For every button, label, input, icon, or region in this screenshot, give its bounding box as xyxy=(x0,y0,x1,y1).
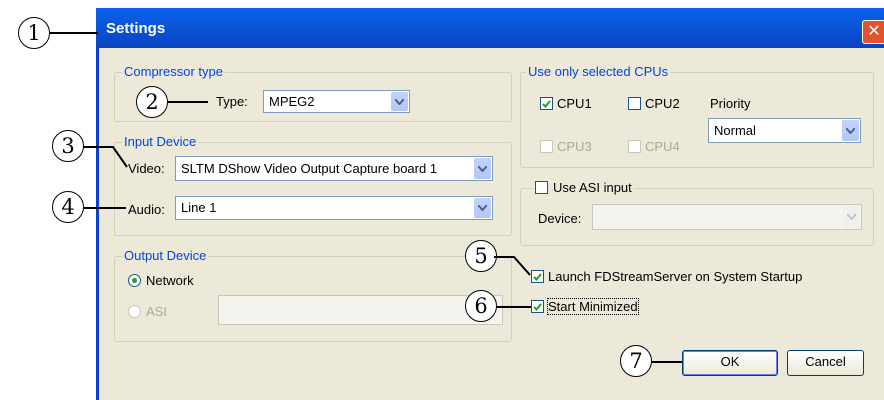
priority-label: Priority xyxy=(710,96,751,111)
close-icon: ✕ xyxy=(867,23,881,40)
compressor-type-group-title: Compressor type xyxy=(122,64,225,79)
chevron-down-icon[interactable] xyxy=(843,206,860,228)
callout-1: 1 xyxy=(18,17,50,49)
audio-label: Audio: xyxy=(128,202,165,217)
priority-select[interactable]: Normal xyxy=(708,118,861,143)
callout-7-leader xyxy=(652,361,682,363)
callout-7: 7 xyxy=(620,345,652,377)
cpu1-checkbox[interactable] xyxy=(540,97,553,110)
title-bar[interactable] xyxy=(96,8,884,48)
output-device-group-title: Output Device xyxy=(122,248,209,263)
window-title: Settings xyxy=(106,20,166,37)
type-select-value: MPEG2 xyxy=(269,94,315,109)
network-radio[interactable] xyxy=(128,274,141,287)
chevron-down-icon[interactable] xyxy=(474,198,491,218)
chevron-down-icon[interactable] xyxy=(842,120,859,141)
cpu1-label: CPU1 xyxy=(557,96,592,111)
callout-6: 6 xyxy=(465,290,497,322)
close-button[interactable]: ✕ xyxy=(862,20,884,44)
type-label: Type: xyxy=(216,94,248,109)
cpu2-checkbox[interactable] xyxy=(628,97,641,110)
callout-5: 5 xyxy=(465,240,497,272)
radio-dot xyxy=(132,278,137,283)
callout-1-leader xyxy=(50,32,98,34)
input-device-group-title: Input Device xyxy=(122,134,199,149)
use-asi-input-checkbox[interactable] xyxy=(535,181,548,194)
type-select[interactable]: MPEG2 xyxy=(263,90,410,113)
cpu2-label: CPU2 xyxy=(645,96,680,111)
audio-select[interactable]: Line 1 xyxy=(175,196,493,220)
cpu-selection-group-title: Use only selected CPUs xyxy=(526,64,671,79)
priority-select-value: Normal xyxy=(714,123,756,138)
chevron-down-icon[interactable] xyxy=(474,158,491,179)
callout-6-leader xyxy=(497,306,531,308)
checkmark-icon xyxy=(542,99,551,108)
video-label: Video: xyxy=(128,161,165,176)
audio-select-value: Line 1 xyxy=(181,200,217,215)
start-minimized-checkbox[interactable] xyxy=(531,300,544,313)
callout-3: 3 xyxy=(52,130,84,162)
start-minimized-label: Start Minimized xyxy=(547,298,639,315)
ok-button[interactable]: OK xyxy=(682,350,778,376)
cancel-button[interactable]: Cancel xyxy=(787,350,864,376)
cpu4-checkbox[interactable] xyxy=(628,140,641,153)
checkmark-icon xyxy=(533,272,542,281)
asi-device-select[interactable] xyxy=(592,204,862,230)
asi-radio[interactable] xyxy=(128,305,141,318)
cpu3-label: CPU3 xyxy=(557,139,592,154)
callout-2-leader xyxy=(168,101,208,103)
chevron-down-icon[interactable] xyxy=(391,92,408,111)
network-radio-label: Network xyxy=(146,273,194,288)
callout-5-leader xyxy=(494,256,531,276)
checkmark-icon xyxy=(533,302,542,311)
callout-4: 4 xyxy=(52,191,84,223)
video-select[interactable]: SLTM DShow Video Output Capture board 1 xyxy=(175,156,493,181)
callout-4-leader xyxy=(84,207,126,209)
asi-output-field[interactable] xyxy=(218,295,503,325)
video-select-value: SLTM DShow Video Output Capture board 1 xyxy=(181,161,438,176)
device-label: Device: xyxy=(538,211,582,226)
cpu3-checkbox[interactable] xyxy=(540,140,553,153)
launch-on-startup-label: Launch FDStreamServer on System Startup xyxy=(548,269,803,284)
cpu4-label: CPU4 xyxy=(645,139,680,154)
callout-2: 2 xyxy=(136,86,168,118)
use-asi-input-label: Use ASI input xyxy=(553,180,632,195)
asi-radio-label: ASI xyxy=(146,304,167,319)
callout-3-leader xyxy=(83,146,128,168)
asi-input-group-title: Use ASI input xyxy=(532,180,635,195)
